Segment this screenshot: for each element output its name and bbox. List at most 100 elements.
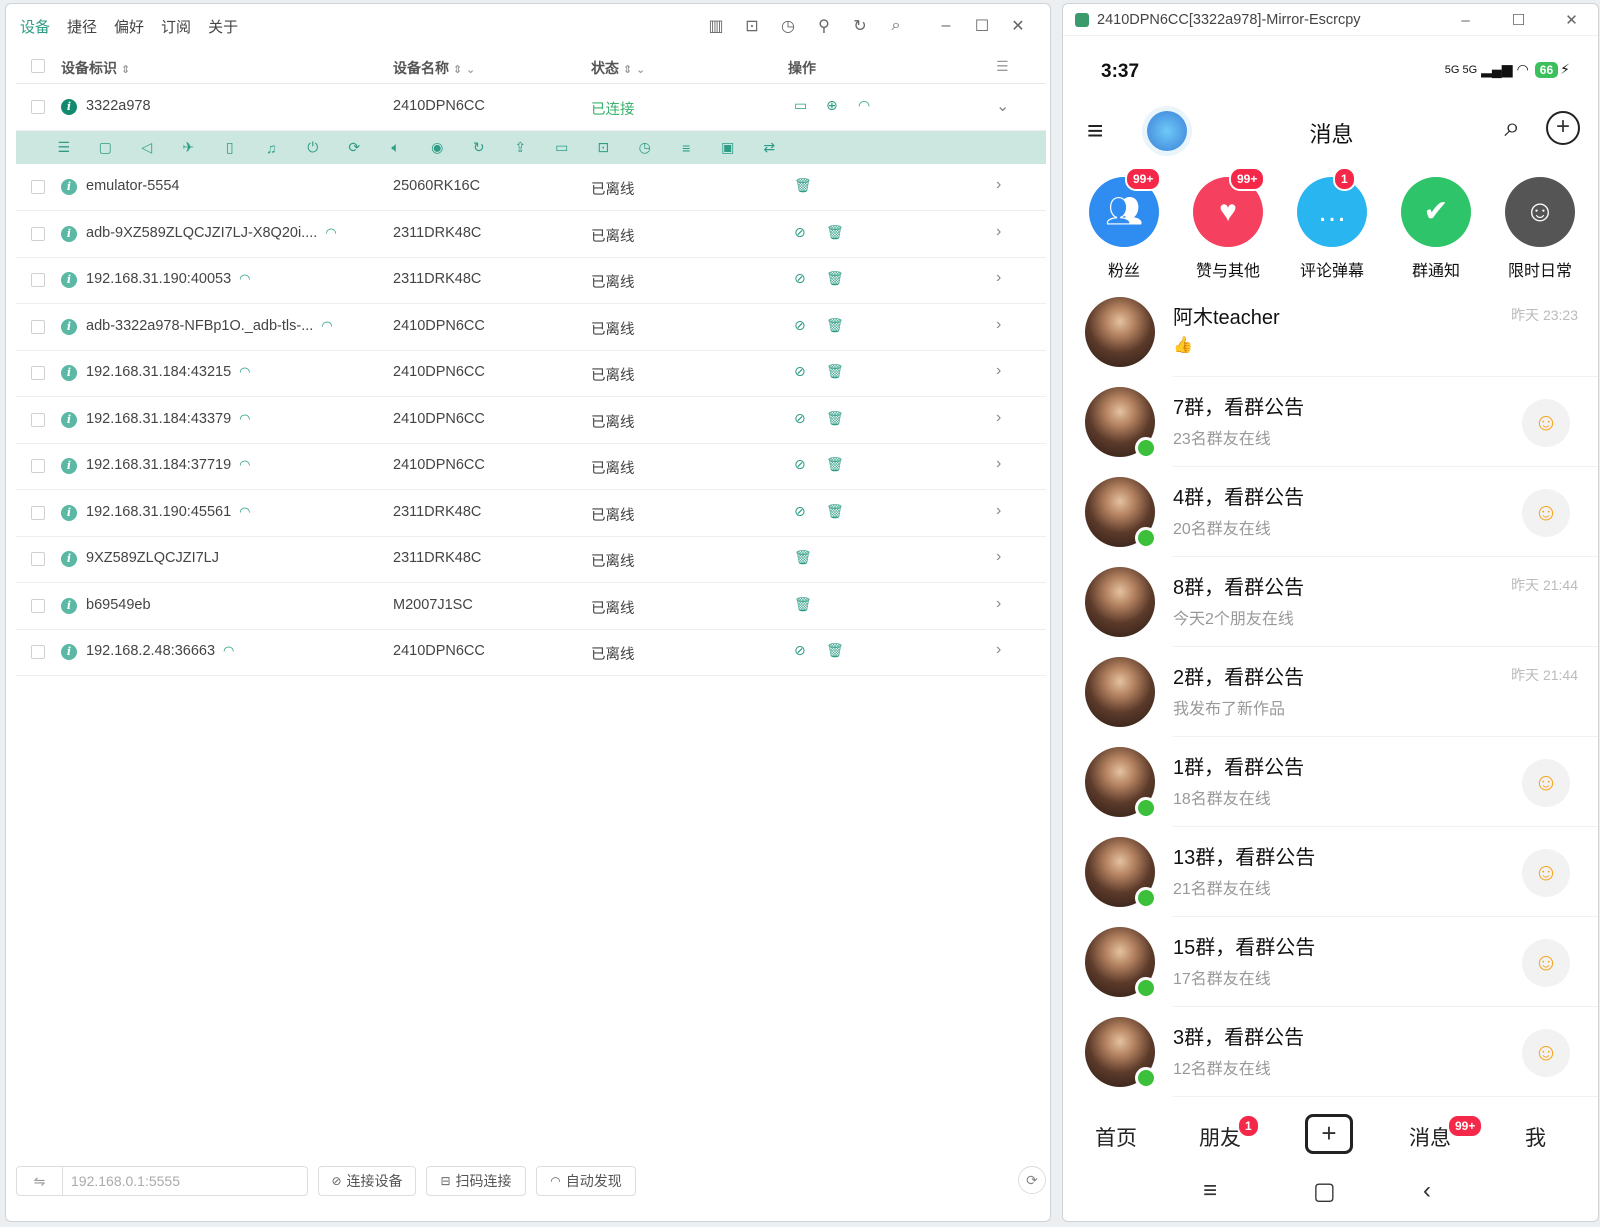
info-icon[interactable]: i [61,319,77,335]
rocket-icon[interactable]: ✈ [168,139,210,156]
sort-icon[interactable]: ⇕ [121,64,130,76]
table-row[interactable]: i 9XZ589ZLQCJZI7LJ 2311DRK48C 已离线 🗑︎ › [16,536,1046,583]
message-item[interactable]: 15群，看群公告 17名群友在线 ☺ [1063,917,1598,1007]
address-input[interactable]: 192.168.0.1:5555 [63,1173,180,1189]
column-status[interactable]: 状态 ⇕ ⌄ [591,58,645,78]
category-0[interactable]: 👥︎ 99+ 粉丝 [1087,167,1162,281]
gnirehtet-icon[interactable]: ≡ [666,140,708,156]
camera-icon[interactable]: ◉ [417,139,459,156]
reconnect-icon[interactable]: ⊘ [794,363,806,380]
message-item[interactable]: 8群，看群公告 今天2个朋友在线 昨天 21:44 [1063,557,1598,647]
table-row[interactable]: i 192.168.31.184:43215 ◠ 2410DPN6CC 已离线 ⊘ 🗑︎ › [16,350,1046,397]
row-checkbox[interactable] [31,645,45,659]
delete-icon[interactable]: 🗑︎ [794,596,812,613]
row-checkbox[interactable] [31,366,45,380]
tab-devices[interactable]: 设备 [20,16,50,37]
shell-icon[interactable]: ⊡ [583,139,625,156]
nav-friends[interactable]: 朋友 [1199,1122,1241,1152]
maximize-icon[interactable]: ☐ [1492,11,1545,29]
chevron-right-icon[interactable]: › [996,595,1001,613]
avatar[interactable] [1085,1017,1157,1089]
sort-icon[interactable]: ⇕ [453,64,462,76]
home-icon[interactable]: ▢ [85,139,127,156]
volume-icon[interactable]: 🔈︎ [375,139,417,156]
chevron-down-icon[interactable]: ⌄ [996,96,1009,116]
delete-icon[interactable]: 🗑︎ [794,549,812,566]
add-icon[interactable]: ⊕ [826,97,838,114]
row-checkbox[interactable] [31,413,45,427]
category-3[interactable]: ✔ 群通知 [1399,177,1473,281]
minimize-icon[interactable]: – [928,17,964,35]
close-icon[interactable]: ✕ [1000,16,1036,36]
avatar[interactable] [1085,747,1157,819]
reboot-icon[interactable]: ↻ [458,139,500,156]
message-item[interactable]: 2群，看群公告 我发布了新作品 昨天 21:44 [1063,647,1598,737]
auto-discover-button[interactable]: ◠ 自动发现 [536,1166,636,1196]
home-icon[interactable]: ▢ [1313,1177,1336,1206]
reconnect-icon[interactable]: ⊘ [794,270,806,287]
message-item[interactable]: 3群，看群公告 12名群友在线 ☺ [1063,1007,1598,1097]
info-icon[interactable]: i [61,412,77,428]
delete-icon[interactable]: 🗑︎ [794,177,812,194]
greet-emoji-icon[interactable]: ☺ [1522,849,1570,897]
greet-emoji-icon[interactable]: ☺ [1522,1029,1570,1077]
message-item[interactable]: 4群，看群公告 20名群友在线 ☺ [1063,467,1598,557]
avatar[interactable] [1085,567,1155,637]
chevron-right-icon[interactable]: › [996,455,1001,473]
row-checkbox[interactable] [31,180,45,194]
install-icon[interactable]: ⇪ [500,139,542,156]
delete-icon[interactable]: 🗑︎ [826,270,844,287]
info-icon[interactable]: i [61,365,77,381]
chevron-right-icon[interactable]: › [996,548,1001,566]
reconnect-icon[interactable]: ⊘ [794,317,806,334]
reconnect-icon[interactable]: ⊘ [794,456,806,473]
layout-icon[interactable]: ▥ [698,16,734,36]
avatar[interactable] [1085,837,1157,909]
nav-home[interactable]: 首页 [1095,1122,1137,1152]
tab-shortcuts[interactable]: 捷径 [67,16,97,37]
tab-preferences[interactable]: 偏好 [114,16,144,37]
tab-about[interactable]: 关于 [208,16,238,37]
category-2[interactable]: … 1 评论弹幕 [1295,167,1369,281]
sort-icon[interactable]: ⇕ [623,64,632,76]
greet-emoji-icon[interactable]: ☺ [1522,939,1570,987]
reconnect-icon[interactable]: ⊘ [794,410,806,427]
connection-type-icon[interactable]: ⇋ [17,1167,63,1195]
delete-icon[interactable]: 🗑︎ [826,642,844,659]
clock-icon[interactable]: ◷ [624,139,666,156]
recents-icon[interactable]: ≡ [1203,1177,1217,1205]
add-icon[interactable]: + [1546,111,1580,145]
delete-icon[interactable]: 🗑︎ [826,224,844,241]
message-item[interactable]: 阿木teacher 👍 昨天 23:23 [1063,287,1598,377]
table-row[interactable]: i b69549eb M2007J1SC 已离线 🗑︎ › [16,583,1046,630]
minimize-icon[interactable]: – [1439,12,1492,29]
delete-icon[interactable]: 🗑︎ [826,503,844,520]
message-item[interactable]: 7群，看群公告 23名群友在线 ☺ [1063,377,1598,467]
info-icon[interactable]: i [61,99,77,115]
category-1[interactable]: ♥ 99+ 赞与其他 [1191,167,1266,281]
message-item[interactable]: 13群，看群公告 21名群友在线 ☺ [1063,827,1598,917]
avatar[interactable] [1085,657,1155,727]
delete-icon[interactable]: 🗑︎ [826,410,844,427]
table-row[interactable]: i 192.168.31.190:40053 ◠ 2311DRK48C 已离线 ⊘ 🗑︎ › [16,257,1046,304]
delete-icon[interactable]: 🗑︎ [826,363,844,380]
avatar[interactable] [1085,387,1157,459]
table-row[interactable]: i 192.168.31.190:45561 ◠ 2311DRK48C 已离线 ⊘ 🗑︎ › [16,490,1046,537]
tab-subscription[interactable]: 订阅 [161,16,191,37]
rotate-icon[interactable]: ⟳ [334,139,376,156]
filter-icon[interactable]: ⌄ [636,64,645,76]
chevron-right-icon[interactable]: › [996,269,1001,287]
table-row[interactable]: i emulator-5554 25060RK16C 已离线 🗑︎ › [16,164,1046,211]
info-icon[interactable]: i [61,179,77,195]
row-checkbox[interactable] [31,100,45,114]
row-checkbox[interactable] [31,227,45,241]
avatar[interactable] [1085,927,1157,999]
info-icon[interactable]: i [61,644,77,660]
reconnect-icon[interactable]: ⊘ [794,503,806,520]
filter-icon[interactable]: ⌄ [466,64,475,76]
row-checkbox[interactable] [31,599,45,613]
reconnect-icon[interactable]: ⊘ [794,642,806,659]
mirror-icon[interactable]: ▭ [794,97,807,114]
bell-icon[interactable]: ♫ [251,140,293,156]
power-icon[interactable]: ⏻ [292,139,334,156]
